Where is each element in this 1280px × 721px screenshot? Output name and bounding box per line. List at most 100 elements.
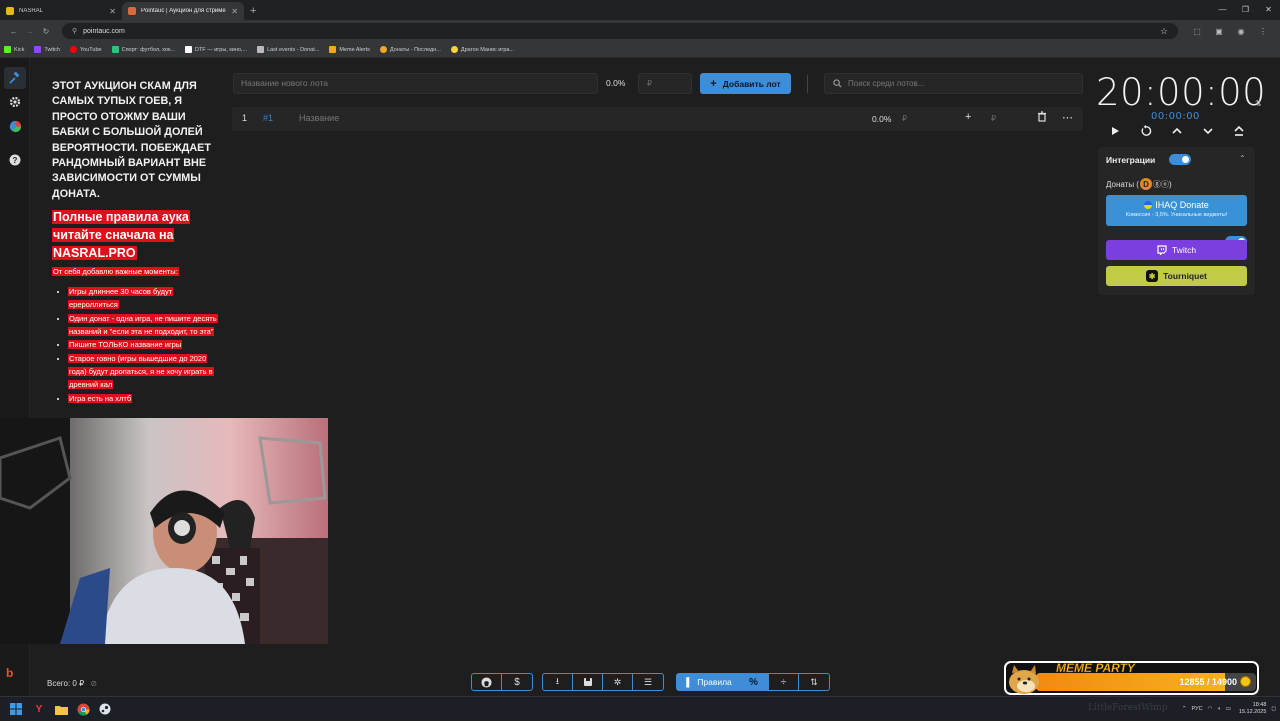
list-item: Старое говно (игры вышедшие до 2020 года… — [68, 353, 222, 391]
notification-bell-icon[interactable]: ◻ — [1271, 706, 1276, 712]
browser-tab-nasral[interactable]: NASRAL ✕ — [0, 2, 122, 20]
delete-trash-icon[interactable] — [1037, 111, 1047, 125]
hide-eye-icon[interactable]: ⊘ — [90, 679, 97, 688]
bookmark-sport[interactable]: Спорт: футбол, хок... — [111, 46, 175, 53]
bookmark-label: Last events - Donat... — [267, 46, 320, 53]
volume-icon[interactable]: ◖ — [1217, 706, 1220, 712]
maximize-button[interactable]: ❐ — [1234, 0, 1257, 20]
pointauc-app: ? ЭТОТ АУКЦИОН СКАМ ДЛЯ САМЫХ ТУПЫХ ГОЕВ… — [0, 59, 1280, 696]
total-amount: Всего: 0 ₽ ⊘ — [47, 679, 97, 688]
forward-arrow-icon[interactable]: → — [22, 27, 38, 36]
bookmark-twitch[interactable]: Twitch — [34, 46, 60, 53]
lot-add-amount-input[interactable]: ₽ — [991, 114, 996, 123]
youtube-icon — [69, 46, 77, 53]
play-icon[interactable] — [1106, 123, 1124, 139]
yandex-browser-icon[interactable]: Y — [30, 700, 48, 718]
wifi-icon[interactable]: ◠ — [1208, 706, 1213, 712]
bookmark-youtube[interactable]: YouTube — [69, 46, 102, 53]
bookmark-star-icon[interactable]: ☆ — [1160, 26, 1168, 37]
doge-icon — [1009, 665, 1039, 694]
rules-button[interactable]: ▐ Правила — [677, 674, 739, 690]
bookmark-dtf[interactable]: DTF — игры, кино,... — [184, 46, 247, 53]
file-explorer-icon[interactable] — [52, 700, 70, 718]
clock[interactable]: 18:48 15.12.2025 — [1239, 702, 1267, 716]
links-button-group: $ — [471, 673, 533, 691]
lot-search-input[interactable]: Поиск среди лотов... — [824, 73, 1083, 94]
browser-tab-pointauc[interactable]: Pointauc | Аукцион для стриме ✕ — [122, 2, 244, 20]
profile-icon[interactable]: ◉ — [1230, 27, 1252, 36]
chrome-icon[interactable] — [74, 700, 92, 718]
extra-timer: 00:00:00 — [1151, 111, 1200, 122]
subtract-time-chevron-down-icon[interactable] — [1199, 123, 1217, 139]
lot-fast-id[interactable]: #1 — [263, 113, 273, 123]
percent-toggle-button[interactable]: % — [739, 674, 769, 690]
browser-menu-icon[interactable]: ⋮ — [1252, 27, 1274, 36]
bookmark-label: Kick — [14, 46, 25, 53]
split-view-icon[interactable]: ▣ — [1208, 27, 1230, 36]
bookmark-meme-alerts[interactable]: Meme Alerts — [329, 46, 370, 53]
ihaq-title: IHAQ Donate — [1155, 200, 1209, 210]
back-arrow-icon[interactable]: ← — [6, 27, 22, 36]
wheel-chart-icon[interactable] — [4, 115, 26, 137]
windows-start-icon[interactable] — [7, 700, 25, 718]
system-tray: ⌃ РУС ◠ ◖ ▭ 18:48 15.12.2025 ◻ — [1177, 697, 1276, 721]
add-lot-button[interactable]: + Добавить лот — [700, 73, 791, 94]
tourniquet-logo-icon: ✱ — [1146, 270, 1159, 282]
auction-rules-panel: ЭТОТ АУКЦИОН СКАМ ДЛЯ САМЫХ ТУПЫХ ГОЕВ, … — [52, 79, 222, 407]
add-amount-plus-icon[interactable]: + — [965, 111, 971, 123]
close-tab-icon[interactable]: ✕ — [231, 7, 238, 16]
donate-dollar-button[interactable]: $ — [502, 674, 532, 690]
ihaq-donate-button[interactable]: IHAQ Donate Комиссия - 3,5%. Уникальные … — [1106, 195, 1247, 226]
settings-gear-icon[interactable] — [4, 91, 26, 113]
bookmark-kick[interactable]: Kick — [4, 46, 24, 53]
sort-button[interactable]: ⇅ — [799, 674, 829, 690]
bookmark-donations[interactable]: Донаты - Последн... — [379, 46, 441, 53]
integrations-title: Интеграции — [1106, 155, 1156, 165]
extensions-icon[interactable]: ⬚ — [1186, 27, 1208, 36]
list-icon: ☰ — [643, 676, 653, 687]
list-view-button[interactable]: ☰ — [633, 674, 663, 690]
bug-report-button[interactable]: ✲ — [603, 674, 633, 690]
language-indicator[interactable]: РУС — [1192, 706, 1203, 712]
new-lot-percent: 0.0% — [606, 78, 626, 88]
list-item: Игры длиннее 30 часов будут ерероллиться — [68, 286, 222, 311]
swap-icon[interactable]: ⇅ — [1255, 99, 1262, 108]
auction-hammer-icon[interactable] — [4, 67, 26, 89]
tray-chevron-icon[interactable]: ⌃ — [1182, 706, 1187, 712]
twitch-button[interactable]: Twitch — [1106, 240, 1247, 260]
reset-icon[interactable] — [1137, 123, 1155, 139]
download-button[interactable]: ⭳ — [543, 674, 573, 690]
search-placeholder: Поиск среди лотов... — [848, 79, 925, 88]
collapse-chevron-icon[interactable]: ⌃ — [1239, 154, 1246, 163]
double-chevron-up-icon[interactable] — [1230, 123, 1248, 139]
more-options-icon[interactable]: ⋯ — [1062, 111, 1073, 124]
bookmark-label: Донаты - Последн... — [389, 46, 441, 53]
bookmark-dragon[interactable]: Драгон Манис игра... — [450, 46, 514, 53]
reload-icon[interactable]: ↻ — [38, 27, 54, 36]
integrations-toggle[interactable] — [1169, 154, 1191, 165]
minimize-button[interactable]: — — [1211, 0, 1234, 20]
browser-tab-strip: NASRAL ✕ Pointauc | Аукцион для стриме ✕… — [0, 0, 1280, 20]
lot-amount-input[interactable]: ₽ — [902, 114, 907, 123]
address-bar[interactable]: ⚲ pointauc.com ☆ — [62, 23, 1178, 39]
add-time-chevron-up-icon[interactable] — [1168, 123, 1186, 139]
tourniquet-button[interactable]: ✱ Tourniquet — [1106, 266, 1247, 286]
split-button[interactable]: ÷ — [769, 674, 799, 690]
github-icon — [481, 676, 492, 688]
lot-name-input[interactable]: Название — [299, 113, 339, 123]
battery-icon[interactable]: ▭ — [1226, 706, 1231, 712]
save-button[interactable] — [573, 674, 603, 690]
pointauc-logo[interactable]: b — [6, 666, 13, 680]
new-tab-button[interactable]: + — [250, 5, 256, 17]
close-window-button[interactable]: ✕ — [1257, 0, 1280, 20]
bookmark-last-events[interactable]: Last events - Donat... — [257, 46, 319, 53]
webcam-video — [0, 418, 328, 644]
new-lot-name-input[interactable]: Название нового лота — [233, 73, 598, 94]
steam-icon[interactable] — [96, 700, 114, 718]
close-tab-icon[interactable]: ✕ — [109, 7, 116, 16]
help-icon[interactable]: ? — [4, 149, 26, 171]
tab-title: NASRAL — [19, 8, 44, 14]
site-info-icon[interactable]: ⚲ — [72, 27, 77, 35]
github-button[interactable] — [472, 674, 502, 690]
new-lot-amount-input[interactable]: ₽ — [638, 73, 692, 94]
